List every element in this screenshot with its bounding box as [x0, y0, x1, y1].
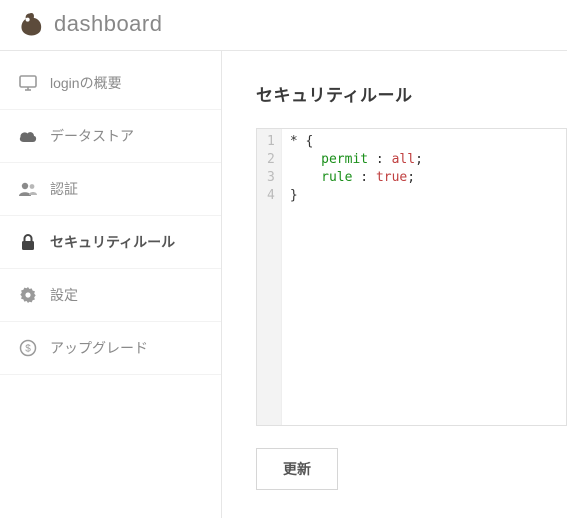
sidebar-item-upgrade[interactable]: $ アップグレード — [0, 322, 221, 375]
body: loginの概要 データストア 認証 セキュリティルール 設定 — [0, 51, 567, 518]
editor-gutter: 1234 — [257, 129, 282, 425]
editor-code[interactable]: * { permit : all; rule : true;} — [282, 129, 431, 425]
app-logo-icon — [18, 10, 46, 38]
sidebar-item-security[interactable]: セキュリティルール — [0, 216, 221, 269]
line-number: 1 — [267, 133, 275, 151]
sidebar-item-label: データストア — [50, 126, 134, 146]
lock-icon — [18, 233, 38, 251]
line-number: 4 — [267, 187, 275, 205]
page-title: セキュリティルール — [256, 81, 567, 106]
monitor-icon — [18, 74, 38, 92]
logo-text: dashboard — [54, 11, 162, 37]
code-line[interactable]: rule : true; — [290, 169, 423, 187]
header: dashboard — [0, 0, 567, 51]
sidebar-item-overview[interactable]: loginの概要 — [0, 57, 221, 110]
sidebar-item-label: loginの概要 — [50, 73, 122, 93]
sidebar-item-label: 認証 — [50, 179, 78, 199]
sidebar-item-settings[interactable]: 設定 — [0, 269, 221, 322]
sidebar-item-label: セキュリティルール — [50, 232, 175, 252]
logo[interactable]: dashboard — [18, 10, 162, 38]
sidebar-item-datastore[interactable]: データストア — [0, 110, 221, 163]
svg-text:$: $ — [25, 344, 31, 355]
code-editor[interactable]: 1234 * { permit : all; rule : true;} — [256, 128, 567, 426]
gear-icon — [18, 286, 38, 304]
line-number: 3 — [267, 169, 275, 187]
sidebar-item-label: アップグレード — [50, 338, 148, 358]
update-button[interactable]: 更新 — [256, 448, 338, 490]
code-line[interactable]: * { — [290, 133, 423, 151]
sidebar: loginの概要 データストア 認証 セキュリティルール 設定 — [0, 51, 222, 518]
sidebar-item-auth[interactable]: 認証 — [0, 163, 221, 216]
button-row: 更新 — [256, 448, 567, 490]
cloud-icon — [18, 127, 38, 145]
dollar-icon: $ — [18, 339, 38, 357]
line-number: 2 — [267, 151, 275, 169]
sidebar-item-label: 設定 — [50, 285, 78, 305]
code-line[interactable]: } — [290, 187, 423, 205]
code-line[interactable]: permit : all; — [290, 151, 423, 169]
user-icon — [18, 180, 38, 198]
main: セキュリティルール 1234 * { permit : all; rule : … — [222, 51, 567, 518]
